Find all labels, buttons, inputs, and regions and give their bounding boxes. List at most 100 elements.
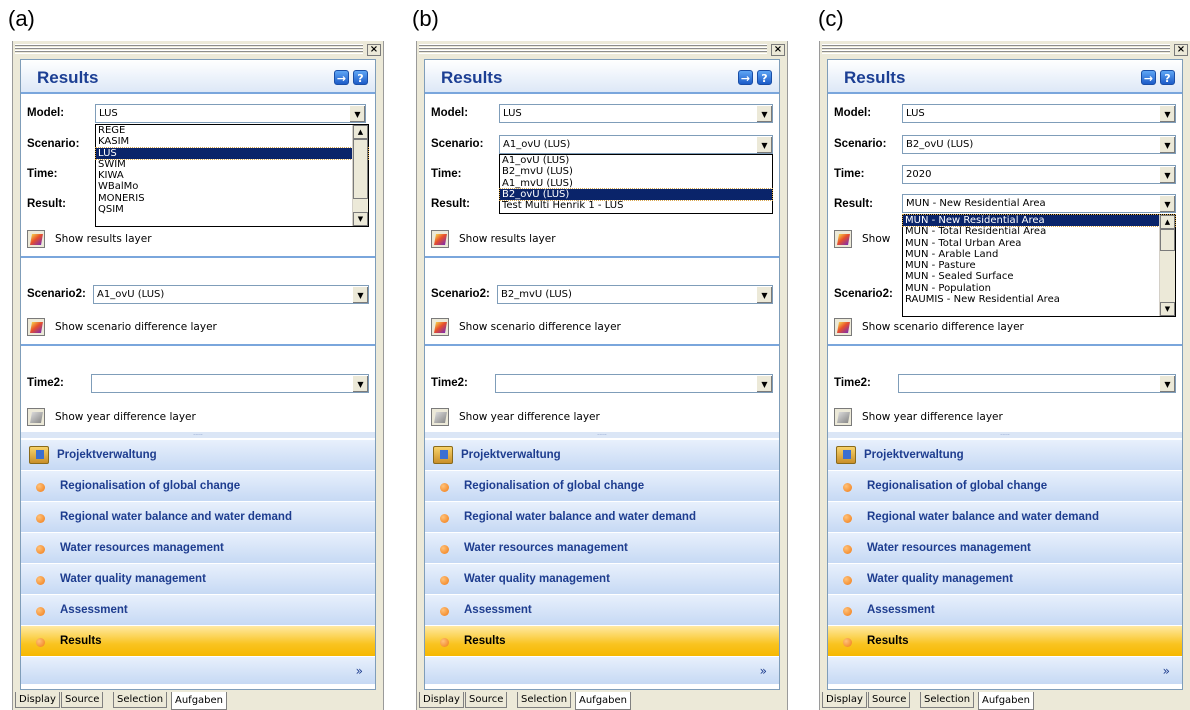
task-water-balance[interactable]: Regional water balance and water demand — [425, 502, 779, 533]
next-arrow-icon[interactable]: → — [738, 70, 753, 85]
splitter[interactable]: ..... — [425, 430, 779, 438]
scenario-select[interactable]: B2_ovU (LUS) ▼ — [902, 135, 1176, 154]
list-item[interactable]: MUN - Arable Land — [903, 249, 1175, 260]
list-item[interactable]: WBalMo — [96, 181, 368, 192]
task-water-quality[interactable]: Water quality management — [21, 564, 375, 595]
list-item[interactable]: REGE — [96, 125, 368, 136]
list-item[interactable]: KASIM — [96, 136, 368, 147]
tab-display[interactable]: Display — [15, 692, 60, 708]
help-icon[interactable]: ? — [353, 70, 368, 85]
chevron-down-icon[interactable]: » — [1163, 664, 1170, 678]
time2-select[interactable]: ▼ — [898, 374, 1176, 393]
scroll-thumb[interactable] — [1160, 229, 1175, 251]
time2-select[interactable]: ▼ — [495, 374, 773, 393]
model-select[interactable]: LUS ▼ — [902, 104, 1176, 123]
task-more[interactable]: » — [21, 657, 375, 685]
task-assessment[interactable]: Assessment — [425, 595, 779, 626]
task-results[interactable]: Results — [828, 626, 1182, 657]
close-panel-button[interactable]: × — [367, 44, 381, 56]
list-item[interactable]: MUN - Sealed Surface — [903, 271, 1175, 282]
model-select[interactable]: LUS ▼ — [499, 104, 773, 123]
task-regionalisation[interactable]: Regionalisation of global change — [21, 471, 375, 502]
chevron-down-icon[interactable]: ▼ — [756, 105, 772, 122]
task-regionalisation[interactable]: Regionalisation of global change — [425, 471, 779, 502]
list-item[interactable]: MUN - Population — [903, 283, 1175, 294]
chevron-down-icon[interactable]: ▼ — [1159, 136, 1175, 153]
list-item[interactable]: Test Multi Henrik 1 - LUS — [500, 200, 772, 211]
list-item[interactable]: KIWA — [96, 170, 368, 181]
scroll-up-icon[interactable]: ▲ — [1160, 215, 1175, 229]
dock-grip[interactable] — [15, 44, 363, 54]
chevron-down-icon[interactable]: ▼ — [1159, 166, 1175, 183]
next-arrow-icon[interactable]: → — [334, 70, 349, 85]
result-select[interactable]: MUN - New Residential Area ▼ — [902, 194, 1176, 213]
list-item[interactable]: B2_mvU (LUS) — [500, 166, 772, 177]
help-icon[interactable]: ? — [1160, 70, 1175, 85]
task-results[interactable]: Results — [425, 626, 779, 657]
dock-grip[interactable] — [419, 44, 767, 54]
tab-aufgaben[interactable]: Aufgaben — [171, 692, 228, 710]
tab-selection[interactable]: Selection — [517, 692, 572, 708]
task-more[interactable]: » — [425, 657, 779, 685]
task-water-resources[interactable]: Water resources management — [828, 533, 1182, 564]
task-water-resources[interactable]: Water resources management — [425, 533, 779, 564]
tab-aufgaben[interactable]: Aufgaben — [978, 692, 1035, 710]
result-dropdown-list[interactable]: MUN - New Residential Area MUN - Total R… — [902, 213, 1176, 317]
scrollbar[interactable]: ▲ ▼ — [1159, 215, 1175, 316]
model-dropdown-list[interactable]: REGE KASIM LUS SWIM KIWA WBalMo MONERIS … — [95, 124, 369, 227]
tab-source[interactable]: Source — [61, 692, 104, 708]
list-item[interactable]: MUN - Total Residential Area — [903, 226, 1175, 237]
task-results[interactable]: Results — [21, 626, 375, 657]
scenario2-select[interactable]: B2_mvU (LUS) ▼ — [497, 285, 773, 304]
scroll-down-icon[interactable]: ▼ — [1160, 302, 1175, 316]
task-water-balance[interactable]: Regional water balance and water demand — [21, 502, 375, 533]
list-item[interactable]: QSIM — [96, 204, 368, 215]
splitter[interactable]: ..... — [828, 430, 1182, 438]
task-projektverwaltung[interactable]: Projektverwaltung — [828, 440, 1182, 471]
time-select[interactable]: 2020 ▼ — [902, 165, 1176, 184]
tab-source[interactable]: Source — [465, 692, 508, 708]
scenario2-select[interactable]: A1_ovU (LUS) ▼ — [93, 285, 369, 304]
chevron-down-icon[interactable]: ▼ — [1159, 105, 1175, 122]
tab-display[interactable]: Display — [822, 692, 867, 708]
scroll-down-icon[interactable]: ▼ — [353, 212, 368, 226]
list-item-selected[interactable]: B2_ovU (LUS) — [499, 187, 773, 202]
task-water-quality[interactable]: Water quality management — [828, 564, 1182, 595]
list-item[interactable]: SWIM — [96, 159, 368, 170]
next-arrow-icon[interactable]: → — [1141, 70, 1156, 85]
task-water-resources[interactable]: Water resources management — [21, 533, 375, 564]
chevron-down-icon[interactable]: ▼ — [756, 375, 772, 392]
scroll-up-icon[interactable]: ▲ — [353, 125, 368, 139]
chevron-down-icon[interactable]: ▼ — [1159, 375, 1175, 392]
task-more[interactable]: » — [828, 657, 1182, 685]
task-projektverwaltung[interactable]: Projektverwaltung — [21, 440, 375, 471]
list-item[interactable]: MUN - Pasture — [903, 260, 1175, 271]
tab-aufgaben[interactable]: Aufgaben — [575, 692, 632, 710]
chevron-down-icon[interactable]: » — [760, 664, 767, 678]
chevron-down-icon[interactable]: ▼ — [1159, 195, 1175, 212]
list-item-selected[interactable]: LUS — [95, 146, 369, 160]
scrollbar[interactable]: ▲ ▼ — [352, 125, 368, 226]
task-regionalisation[interactable]: Regionalisation of global change — [828, 471, 1182, 502]
help-icon[interactable]: ? — [757, 70, 772, 85]
task-water-balance[interactable]: Regional water balance and water demand — [828, 502, 1182, 533]
dock-grip[interactable] — [822, 44, 1170, 54]
task-water-quality[interactable]: Water quality management — [425, 564, 779, 595]
scenario-select[interactable]: A1_ovU (LUS) ▼ — [499, 135, 773, 154]
list-item-selected[interactable]: MUN - New Residential Area — [902, 213, 1176, 228]
model-select[interactable]: LUS ▼ — [95, 104, 366, 123]
tab-selection[interactable]: Selection — [920, 692, 975, 708]
task-assessment[interactable]: Assessment — [21, 595, 375, 626]
chevron-down-icon[interactable]: ▼ — [352, 286, 368, 303]
chevron-down-icon[interactable]: ▼ — [756, 136, 772, 153]
chevron-down-icon[interactable]: ▼ — [349, 105, 365, 122]
list-item[interactable]: RAUMIS - New Residential Area — [903, 294, 1175, 305]
task-projektverwaltung[interactable]: Projektverwaltung — [425, 440, 779, 471]
scenario-dropdown-list[interactable]: A1_ovU (LUS) B2_mvU (LUS) A1_mvU (LUS) B… — [499, 154, 773, 214]
chevron-down-icon[interactable]: » — [356, 664, 363, 678]
close-panel-button[interactable]: × — [771, 44, 785, 56]
tab-selection[interactable]: Selection — [113, 692, 168, 708]
time2-select[interactable]: ▼ — [91, 374, 369, 393]
splitter[interactable]: ..... — [21, 430, 375, 438]
scroll-thumb[interactable] — [353, 139, 368, 199]
